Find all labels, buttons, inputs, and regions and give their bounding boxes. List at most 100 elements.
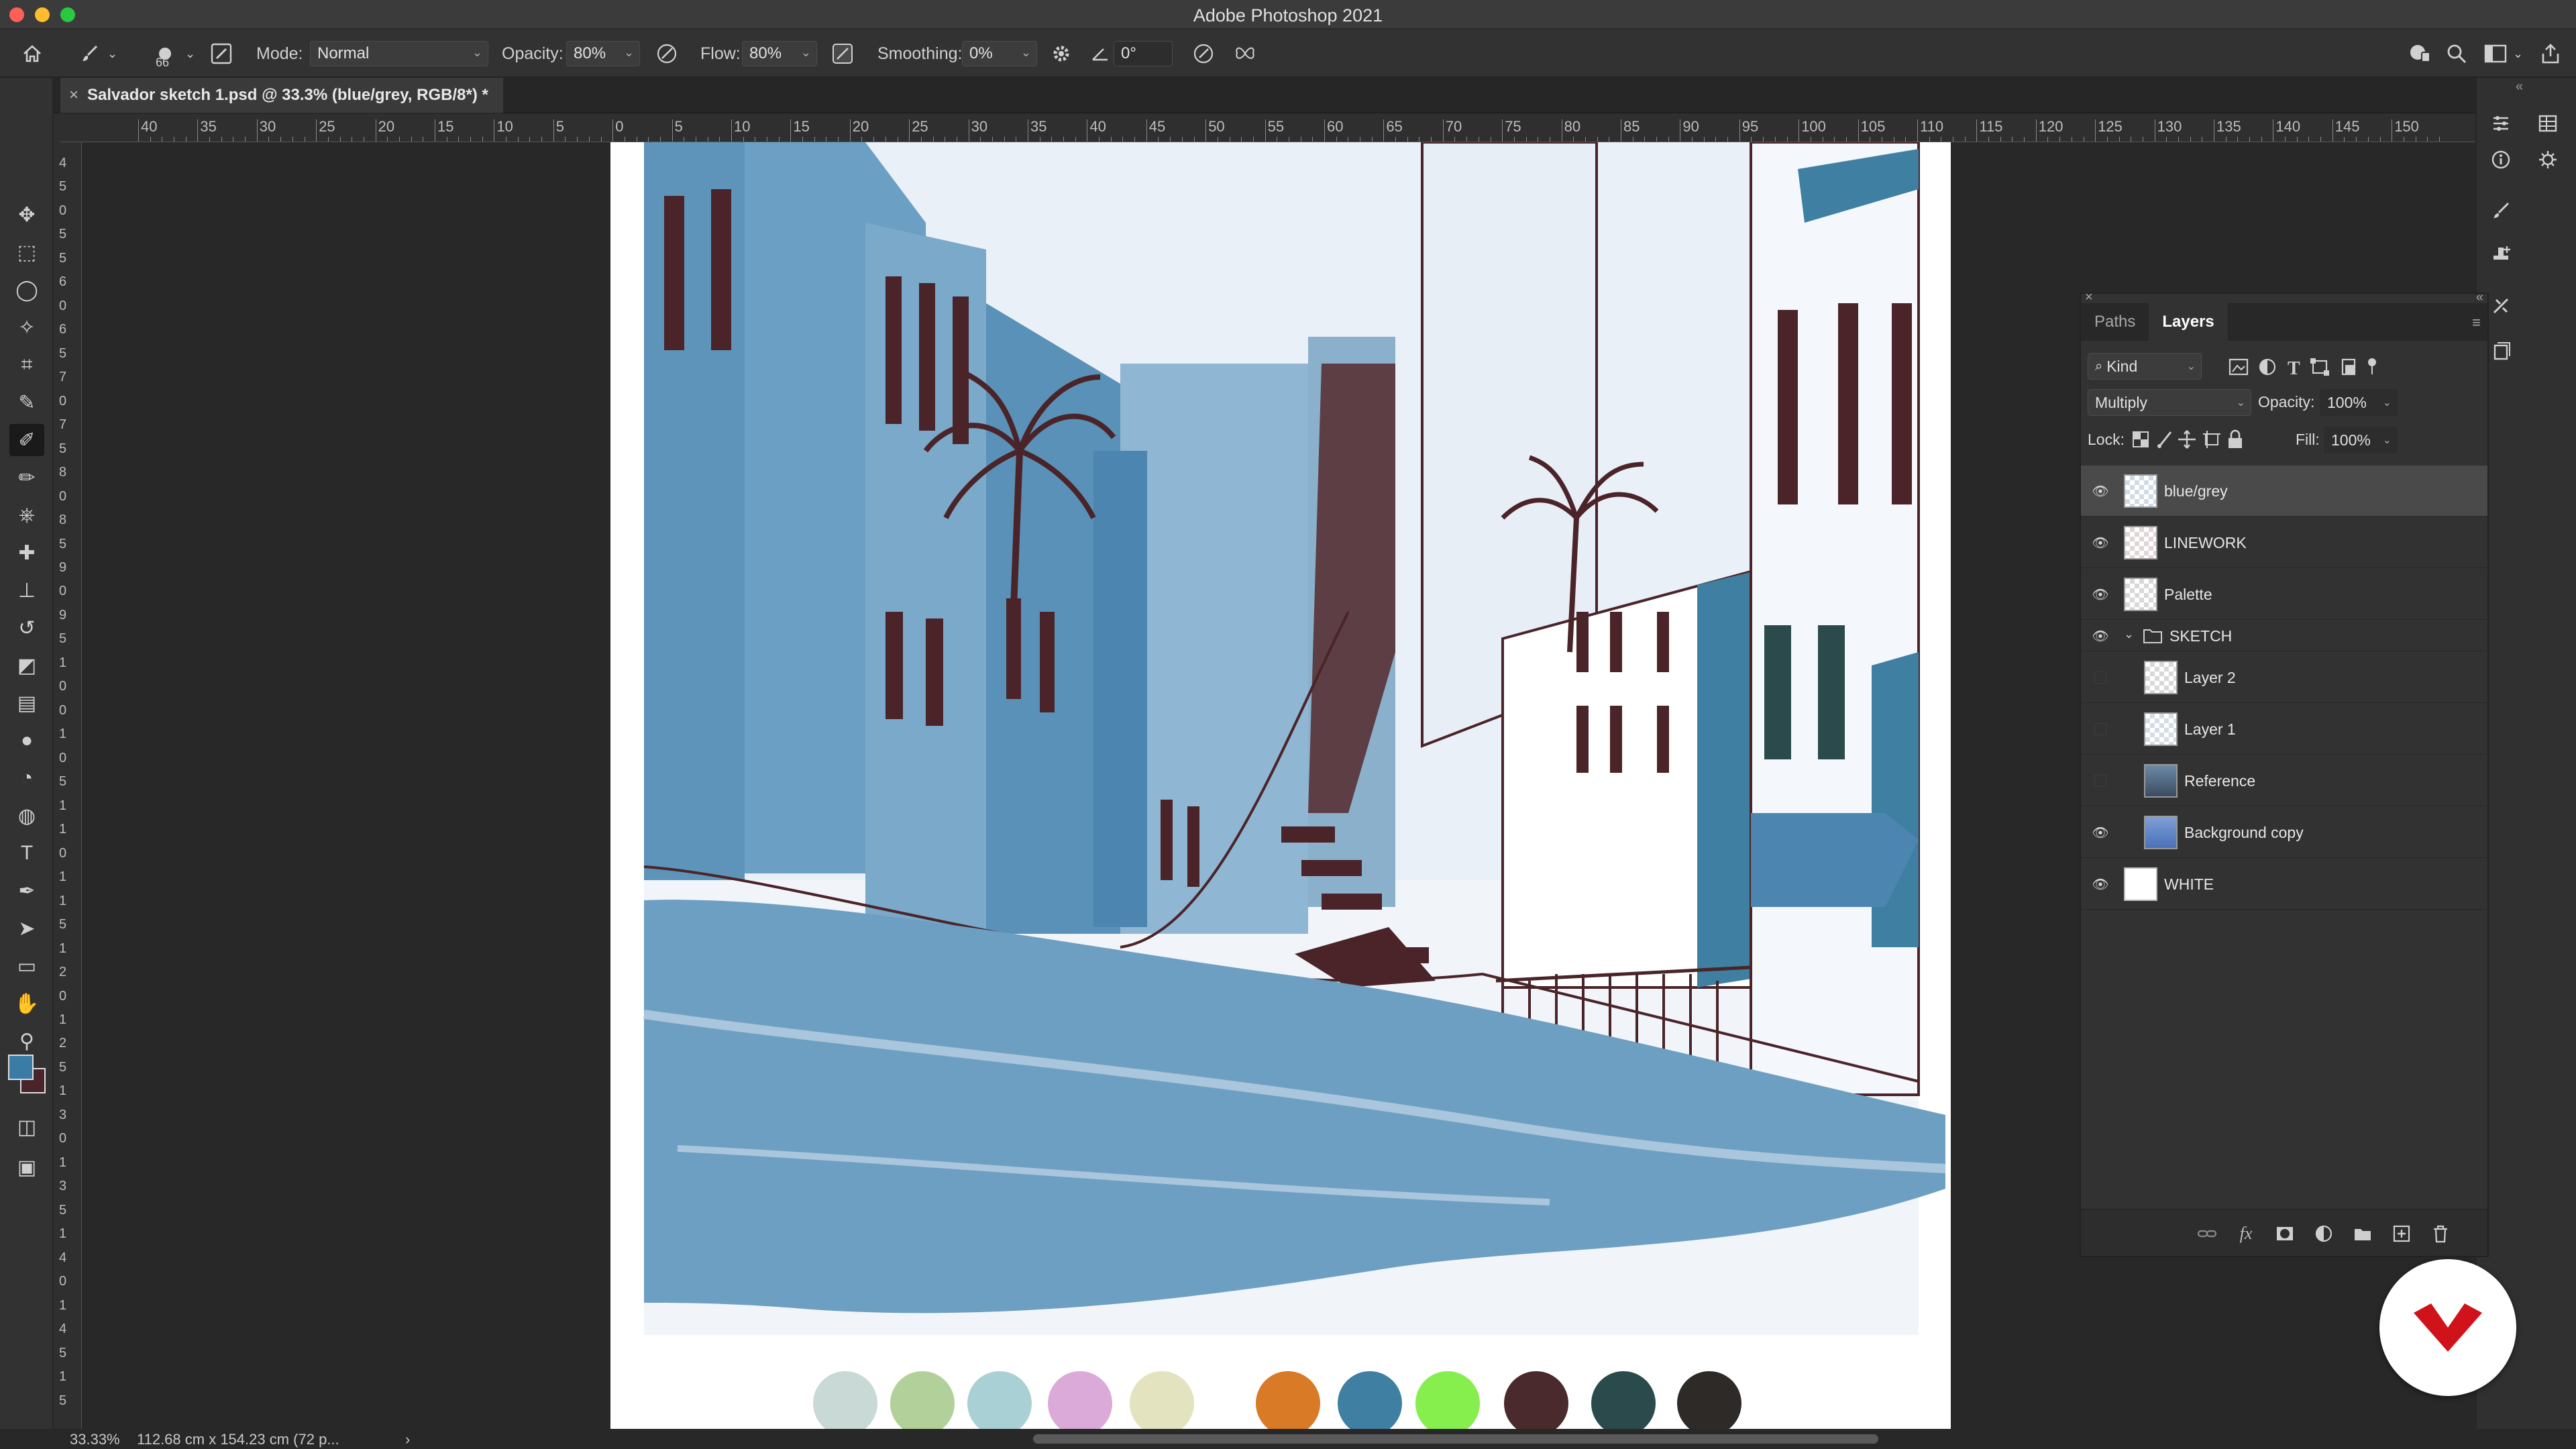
layer-row[interactable]: Layer 1 <box>2081 704 2487 755</box>
visibility-eye-icon[interactable]: 👁 <box>2090 533 2110 553</box>
blend-mode-select[interactable]: Multiply ⌄ <box>2088 389 2251 416</box>
link-layers-icon[interactable] <box>2195 1222 2219 1246</box>
rectangle-tool-icon[interactable]: ▭ <box>9 950 44 982</box>
learn-icon[interactable] <box>2408 42 2432 66</box>
marquee-tool-icon[interactable]: ⬚ <box>9 236 44 268</box>
lock-icons[interactable] <box>2132 428 2266 451</box>
search-icon[interactable] <box>2445 42 2469 66</box>
tool-presets-icon[interactable] <box>2486 291 2516 321</box>
dodge-tool-icon[interactable]: ◔ <box>9 762 44 794</box>
new-group-icon[interactable] <box>2351 1222 2375 1246</box>
airbrush-icon[interactable] <box>830 42 855 66</box>
visibility-eye-icon[interactable]: 👁 <box>2090 481 2110 501</box>
visibility-eye-icon[interactable]: 👁 <box>2090 584 2110 604</box>
artwork-illustration[interactable] <box>610 142 1951 1429</box>
stamp-tool-icon[interactable]: ⊥ <box>9 574 44 606</box>
pen-tool-icon[interactable]: ✒ <box>9 875 44 907</box>
brush-tool-icon[interactable]: ✐ <box>9 424 44 456</box>
status-more-button[interactable]: › <box>405 1431 410 1448</box>
document-tab[interactable]: × Salvador sketch 1.psd @ 33.3% (blue/gr… <box>60 78 503 113</box>
eraser-tool-icon[interactable]: ◩ <box>9 649 44 682</box>
opacity-field[interactable]: 80% ⌄ <box>566 41 640 66</box>
gradient-tool-icon[interactable]: ▤ <box>9 687 44 719</box>
collapse-panels-icon[interactable]: « <box>2516 79 2523 95</box>
clone-source-icon[interactable] <box>2486 239 2516 268</box>
layer-row[interactable]: 👁 LINEWORK <box>2081 517 2487 568</box>
ruler-minor-tick <box>2059 137 2061 142</box>
horizontal-scrollbar[interactable] <box>1033 1434 1878 1444</box>
magic-wand-tool-icon[interactable]: ✧ <box>9 311 44 343</box>
brush-tool-icon[interactable] <box>78 42 102 66</box>
blur-tool-icon[interactable]: ● <box>9 724 44 757</box>
adjustment-layer-icon[interactable] <box>2312 1222 2336 1246</box>
lasso-tool-icon[interactable]: ◯ <box>9 274 44 306</box>
brushes-panel-icon[interactable] <box>2486 196 2516 225</box>
layer-row[interactable]: Layer 2 <box>2081 652 2487 703</box>
brush-settings-icon[interactable] <box>209 42 233 66</box>
chevron-down-icon[interactable]: ⌄ <box>185 30 195 78</box>
layer-mask-icon[interactable] <box>2273 1222 2297 1246</box>
layer-group-row[interactable]: 👁 ⌄ SKETCH <box>2081 621 2487 651</box>
clone-stamp-icon[interactable]: ⎈ <box>9 499 44 531</box>
visibility-eye-icon[interactable]: 👁 <box>2090 626 2110 646</box>
libraries-icon[interactable] <box>2533 109 2563 138</box>
foreground-color-swatch[interactable] <box>8 1055 34 1080</box>
layer-row[interactable]: 👁 Background copy <box>2081 807 2487 858</box>
move-tool-icon[interactable]: ✥ <box>9 199 44 231</box>
fill-field[interactable]: 100% ⌄ <box>2324 427 2398 453</box>
close-document-icon[interactable]: × <box>60 86 87 105</box>
new-layer-icon[interactable] <box>2390 1222 2414 1246</box>
healing-brush-icon[interactable]: ✚ <box>9 537 44 569</box>
panel-menu-icon[interactable]: ≡ <box>2472 314 2481 331</box>
chevron-down-icon[interactable]: ⌄ <box>107 30 117 78</box>
screen-mode-icon[interactable]: ▣ <box>9 1151 44 1183</box>
history-brush-icon[interactable]: ↺ <box>9 612 44 644</box>
layer-row[interactable]: 👁 Palette <box>2081 569 2487 620</box>
visibility-eye-icon[interactable]: 👁 <box>2090 822 2110 843</box>
layer-style-fx-icon[interactable]: fx <box>2234 1222 2258 1246</box>
butterfly-icon[interactable] <box>1233 42 1257 66</box>
eyedropper-tool-icon[interactable]: ✎ <box>9 386 44 419</box>
chevron-down-icon[interactable]: ⌄ <box>2513 30 2523 78</box>
zoom-level[interactable]: 33.33% <box>70 1431 120 1448</box>
pencil-tool-icon[interactable]: ✏ <box>9 462 44 494</box>
layer-row[interactable]: 👁 blue/grey <box>2081 466 2487 517</box>
visibility-toggle[interactable] <box>2094 775 2106 787</box>
sponge-tool-icon[interactable]: ◍ <box>9 800 44 832</box>
zoom-tool-icon[interactable]: ⚲ <box>9 1025 44 1057</box>
layer-row[interactable]: 👁 WHITE <box>2081 859 2487 910</box>
share-icon[interactable] <box>2538 42 2563 66</box>
gear-icon[interactable] <box>1049 42 1073 66</box>
visibility-toggle[interactable] <box>2094 723 2106 735</box>
layer-row[interactable]: Reference <box>2081 755 2487 806</box>
tab-layers[interactable]: Layers <box>2149 303 2228 341</box>
filter-kind-select[interactable]: ⌕ Kind ⌄ <box>2088 353 2202 380</box>
info-icon[interactable] <box>2486 145 2516 174</box>
path-selection-icon[interactable]: ➤ <box>9 912 44 945</box>
smoothing-field[interactable]: 0% ⌄ <box>962 41 1037 66</box>
layer-comps-icon[interactable] <box>2486 337 2516 366</box>
document-title: Salvador sketch 1.psd @ 33.3% (blue/grey… <box>87 86 488 104</box>
ruler-minor-tick <box>1395 137 1397 142</box>
flow-field[interactable]: 80% ⌄ <box>742 41 817 66</box>
adjustments-icon[interactable] <box>2486 109 2516 138</box>
angle-field[interactable]: 0° <box>1114 41 1173 66</box>
home-icon[interactable] <box>20 42 44 66</box>
crop-tool-icon[interactable]: ⌗ <box>9 349 44 381</box>
layer-opacity-field[interactable]: 100% ⌄ <box>2320 389 2398 416</box>
pressure-opacity-icon[interactable] <box>655 42 679 66</box>
workspace-icon[interactable] <box>2483 42 2508 66</box>
tab-paths[interactable]: Paths <box>2081 303 2149 341</box>
quick-mask-icon[interactable]: ◫ <box>9 1111 44 1143</box>
pressure-size-icon[interactable] <box>1191 42 1216 66</box>
visibility-eye-icon[interactable]: 👁 <box>2090 874 2110 894</box>
color-wheel-icon[interactable] <box>2533 145 2563 174</box>
mode-select[interactable]: Normal ⌄ <box>310 41 488 66</box>
ruler-tick <box>1976 119 1978 142</box>
hand-tool-icon[interactable]: ✋ <box>9 987 44 1020</box>
document-canvas[interactable] <box>610 142 1951 1429</box>
chevron-down-icon[interactable]: ⌄ <box>2124 627 2134 641</box>
type-tool-icon[interactable]: T <box>9 837 44 869</box>
visibility-toggle[interactable] <box>2094 672 2106 684</box>
delete-layer-icon[interactable] <box>2428 1222 2453 1246</box>
